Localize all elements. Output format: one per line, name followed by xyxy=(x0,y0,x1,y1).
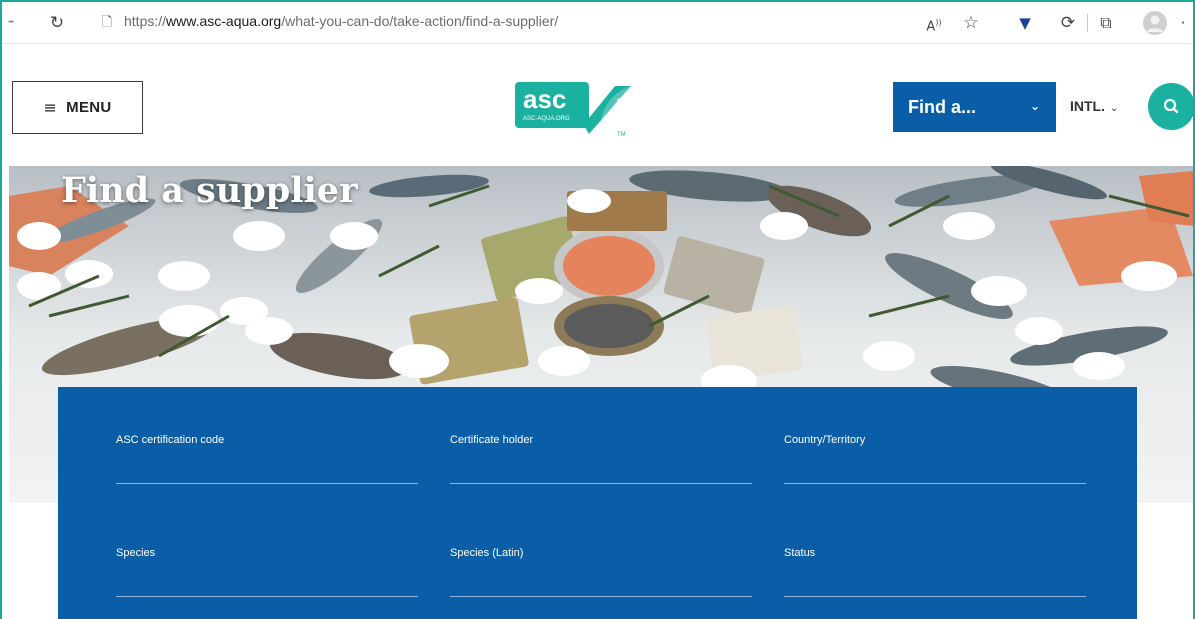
species-input[interactable] xyxy=(116,561,418,597)
url-path: /what-you-can-do/take-action/find-a-supp… xyxy=(281,13,559,29)
menu-label: MENU xyxy=(66,99,112,116)
country-territory-field: Country/Territory xyxy=(784,434,1086,484)
menu-button[interactable]: ≡ MENU xyxy=(12,81,143,134)
species-latin-input[interactable] xyxy=(450,561,752,597)
field-label: Country/Territory xyxy=(784,434,866,446)
search-button[interactable] xyxy=(1148,83,1193,130)
url-prefix: https:// xyxy=(124,13,167,29)
browser-toolbar: ⁃ ↻ 🗋 https://www.asc-aqua.org/what-you-… xyxy=(2,2,1193,44)
field-label: Species (Latin) xyxy=(450,547,524,559)
search-icon xyxy=(1163,98,1179,114)
profile-icon[interactable] xyxy=(1143,11,1167,35)
chevron-down-icon: ⌄ xyxy=(1029,99,1040,113)
field-label: Species xyxy=(116,547,156,559)
address-bar[interactable]: https://www.asc-aqua.org/what-you-can-do… xyxy=(124,13,558,29)
read-aloud-icon[interactable]: A)) xyxy=(924,12,944,34)
more-icon[interactable]: · xyxy=(1178,12,1188,34)
asc-logo[interactable]: asc ASC-AQUA.ORG TM xyxy=(513,80,639,138)
toolbar-divider xyxy=(1087,14,1088,32)
browser-window: ⁃ ↻ 🗋 https://www.asc-aqua.org/what-you-… xyxy=(0,0,1195,619)
field-label: ASC certification code xyxy=(116,434,225,446)
extension-c-icon[interactable]: ⟳ xyxy=(1057,12,1079,34)
supplier-search-form: ASC certification code Certificate holde… xyxy=(58,387,1137,619)
favorites-icon[interactable]: ☆ xyxy=(960,12,982,34)
page-title: Find a supplier xyxy=(61,170,358,211)
asc-certification-code-input[interactable] xyxy=(116,448,418,484)
logo-text: asc xyxy=(523,84,566,114)
extension-shield-icon[interactable]: ▼ xyxy=(1014,12,1036,34)
asc-certification-code-field: ASC certification code xyxy=(116,434,418,484)
find-dropdown-label: Find a... xyxy=(908,96,977,117)
status-input[interactable] xyxy=(784,561,1086,597)
site-header: ≡ MENU asc ASC-AQUA.ORG TM Find a... ⌄ I… xyxy=(2,44,1193,166)
logo-subtext: ASC-AQUA.ORG xyxy=(523,116,570,122)
field-label: Certificate holder xyxy=(450,434,534,446)
find-a-dropdown[interactable]: Find a... ⌄ xyxy=(893,82,1056,132)
back-icon[interactable]: ⁃ xyxy=(6,12,16,34)
status-field: Status xyxy=(784,547,1086,597)
certificate-holder-field: Certificate holder xyxy=(450,434,752,484)
species-latin-field: Species (Latin) xyxy=(450,547,752,597)
region-selector[interactable]: INTL. ⌄ xyxy=(1070,98,1118,114)
field-label: Status xyxy=(784,547,816,559)
region-label: INTL. xyxy=(1070,98,1105,114)
certificate-holder-input[interactable] xyxy=(450,448,752,484)
logo-tm: TM xyxy=(617,132,626,138)
site-info-icon[interactable]: 🗋 xyxy=(98,12,116,34)
hamburger-icon: ≡ xyxy=(43,98,58,117)
country-territory-input[interactable] xyxy=(784,448,1086,484)
chevron-down-icon: ⌄ xyxy=(1110,103,1119,114)
url-host: www.asc-aqua.org xyxy=(166,13,282,29)
reload-icon[interactable]: ↻ xyxy=(46,12,68,34)
collections-icon[interactable]: ⧉ xyxy=(1095,12,1117,34)
species-field: Species xyxy=(116,547,418,597)
